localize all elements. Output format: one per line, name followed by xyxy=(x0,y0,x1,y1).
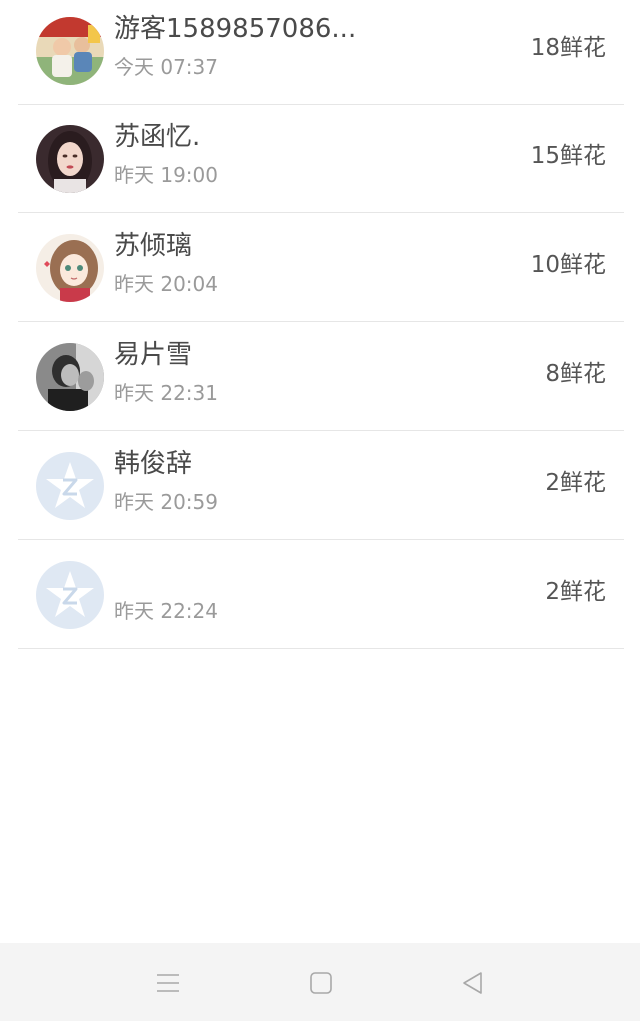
list-item[interactable]: 游客1589857086... 今天 07:37 18鲜花 xyxy=(18,0,624,105)
default-star-avatar-icon xyxy=(36,561,104,629)
anime-girl-avatar-icon xyxy=(36,234,104,302)
user-name: 易片雪 xyxy=(114,340,193,370)
avatar[interactable] xyxy=(36,561,104,629)
menu-button[interactable] xyxy=(146,961,190,1005)
user-name: 韩俊辞 xyxy=(114,449,193,479)
flower-count: 10鲜花 xyxy=(530,252,606,278)
avatar[interactable] xyxy=(36,452,104,520)
gift-time: 昨天 22:31 xyxy=(114,381,218,405)
home-button[interactable] xyxy=(299,961,343,1005)
avatar[interactable] xyxy=(36,125,104,193)
avatar[interactable] xyxy=(36,17,104,85)
user-name: 苏函忆. xyxy=(114,122,201,152)
bw-photo-avatar-icon xyxy=(36,343,104,411)
user-name: 苏倾璃 xyxy=(114,231,193,261)
list-item[interactable]: 韩俊辞 昨天 20:59 2鲜花 xyxy=(18,432,624,540)
list-item[interactable]: 苏函忆. 昨天 19:00 15鲜花 xyxy=(18,105,624,213)
woman-photo-avatar-icon xyxy=(36,125,104,193)
flower-count: 2鲜花 xyxy=(545,579,606,605)
flower-count: 8鲜花 xyxy=(545,361,606,387)
list-item[interactable]: 昨天 22:24 2鲜花 xyxy=(18,541,624,649)
menu-icon xyxy=(157,974,179,992)
home-square-icon xyxy=(310,972,332,994)
system-navigation-bar xyxy=(0,943,640,1021)
list-item[interactable]: 苏倾璃 昨天 20:04 10鲜花 xyxy=(18,214,624,322)
flower-count: 2鲜花 xyxy=(545,470,606,496)
gift-time: 昨天 19:00 xyxy=(114,163,218,187)
back-triangle-icon xyxy=(463,972,482,994)
list-item[interactable]: 易片雪 昨天 22:31 8鲜花 xyxy=(18,323,624,431)
default-star-avatar-icon xyxy=(36,452,104,520)
avatar[interactable] xyxy=(36,234,104,302)
gift-time: 昨天 20:59 xyxy=(114,490,218,514)
gift-time: 昨天 20:04 xyxy=(114,272,218,296)
back-button[interactable] xyxy=(451,961,495,1005)
flower-count: 15鲜花 xyxy=(530,143,606,169)
gift-time: 今天 07:37 xyxy=(114,55,218,79)
gift-time: 昨天 22:24 xyxy=(114,599,218,623)
user-name: 游客1589857086... xyxy=(114,14,357,44)
avatar[interactable] xyxy=(36,343,104,411)
screen: 游客1589857086... 今天 07:37 18鲜花 苏函忆. 昨天 19… xyxy=(0,0,640,1021)
flower-count: 18鲜花 xyxy=(530,35,606,61)
child-photo-avatar-icon xyxy=(36,17,104,85)
